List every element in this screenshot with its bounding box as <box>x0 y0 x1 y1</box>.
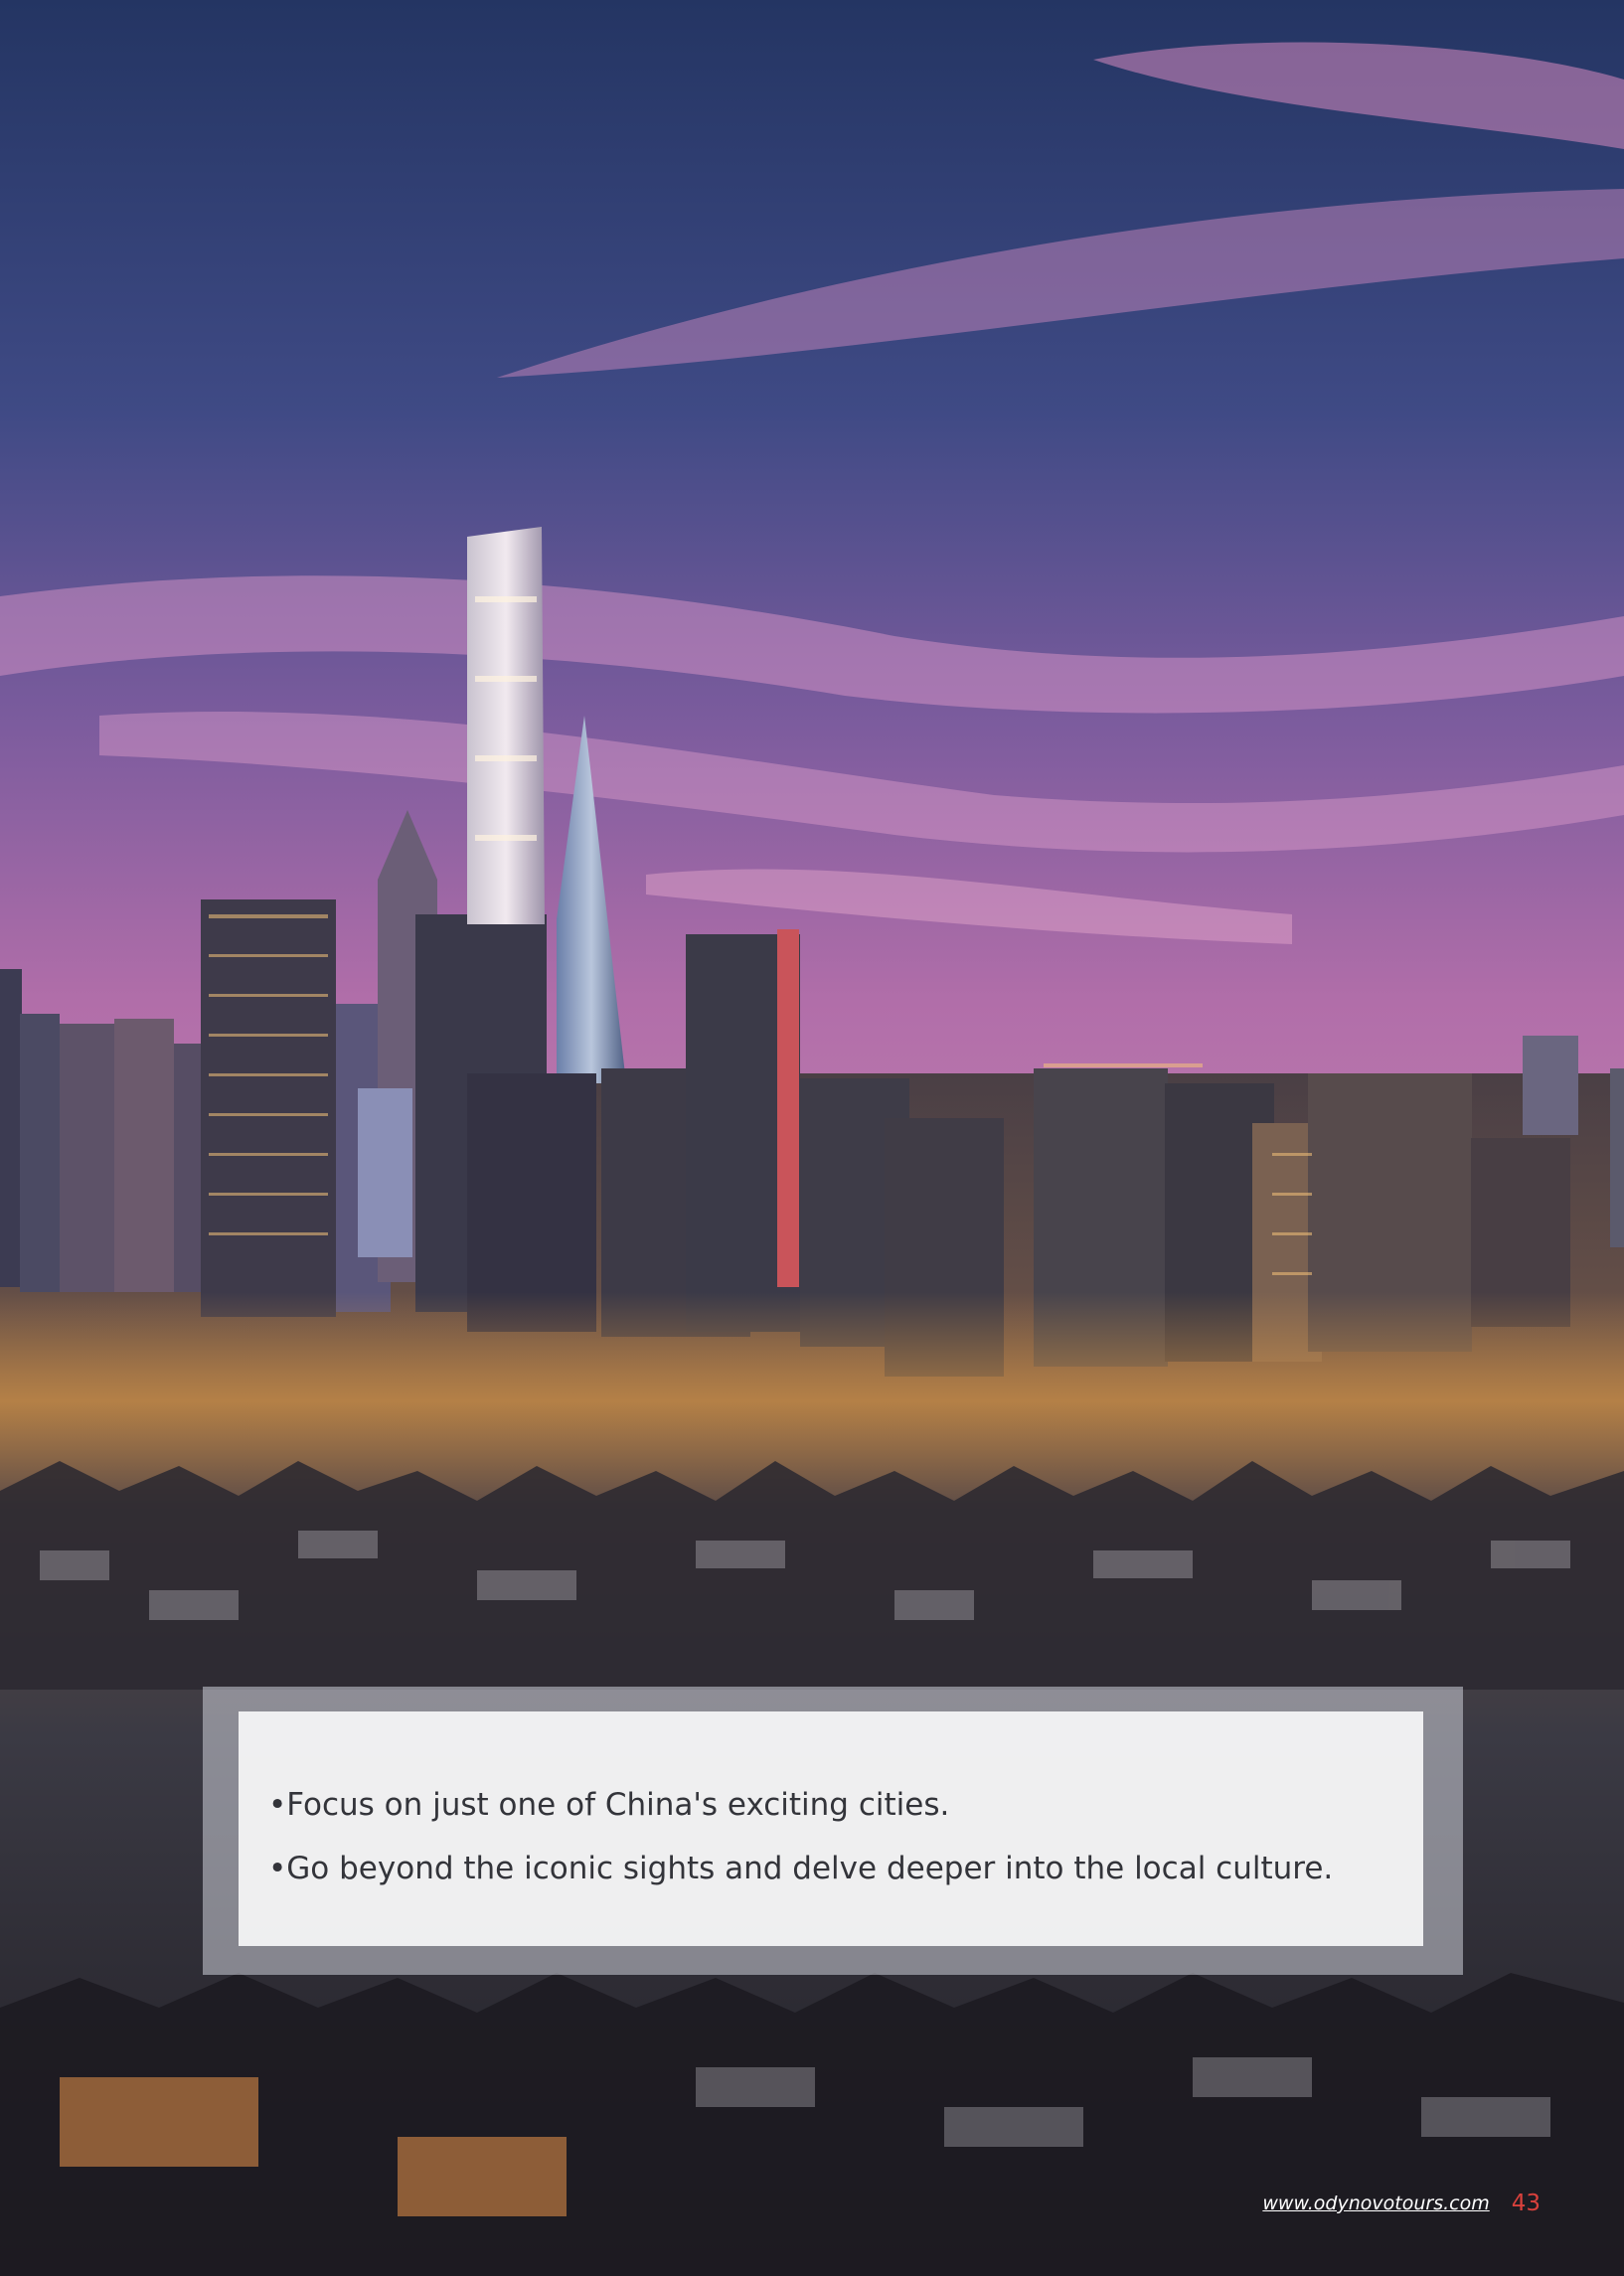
info-box: •Focus on just one of China's exciting c… <box>239 1711 1423 1946</box>
bullet-item: •Go beyond the iconic sights and delve d… <box>268 1851 1334 1886</box>
bullet-item: •Focus on just one of China's exciting c… <box>268 1787 950 1823</box>
page-number: 43 <box>1511 2191 1541 2216</box>
website-link[interactable]: www.odynovotours.com <box>1262 2193 1489 2214</box>
page-footer: www.odynovotours.com 43 <box>1262 2184 1541 2223</box>
brochure-page: •Focus on just one of China's exciting c… <box>0 0 1624 2276</box>
